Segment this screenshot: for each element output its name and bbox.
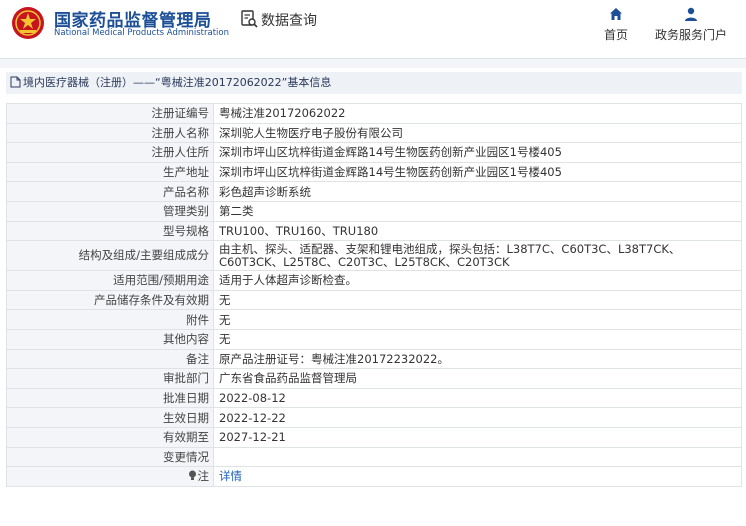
row-label: 有效期至 [6,426,214,448]
table-row: 批准日期 2022-08-12 [6,387,742,409]
data-query-link[interactable]: 数据查询 [240,10,317,30]
row-value [213,446,742,468]
lightbulb-icon [188,470,196,481]
row-value: 2027-12-21 [213,426,742,448]
row-value: 2022-12-22 [213,407,742,428]
row-label: 适用范围/预期用途 [6,270,214,291]
table-row: 审批部门 广东省食品药品监督管理局 [6,368,742,389]
table-row: 生效日期 2022-12-22 [6,407,742,428]
detail-panel: 境内医疗器械（注册）——“粤械注准20172062022”基本信息 注册证编号粤… [0,68,746,526]
row-value: 由主机、探头、适配器、支架和锂电池组成，探头包括：L38T7C、C60T3C、L… [213,240,742,272]
site-header: 国家药品监督管理局 National Medical Products Admi… [0,0,746,59]
table-row: 附件无 [6,309,742,330]
row-label: 型号规格 [6,220,214,242]
emblem-logo [12,7,44,39]
table-row: 备注 原产品注册证号：粤械注准20172232022。 [6,348,742,370]
row-label: 注册人住所 [6,142,214,163]
row-label: 结构及组成/主要组成成分 [6,240,214,272]
table-row: 适用范围/预期用途 适用于人体超声诊断检查。 [6,270,742,291]
row-value: 深圳市坪山区坑梓街道金辉路14号生物医药创新产业园区1号楼405 [213,142,742,163]
row-label: 附件 [6,309,214,330]
row-label: 注册人名称 [6,122,214,144]
table-row: 产品名称 彩色超声诊断系统 [6,181,742,202]
nav-home-label: 首页 [604,28,629,42]
row-label: 备注 [6,348,214,370]
nav-gov-portal[interactable]: 政务服务门户 [655,6,727,43]
panel-title-text: 境内医疗器械（注册）——“粤械注准20172062022”基本信息 [23,76,332,89]
user-icon [685,7,697,21]
row-label: 产品储存条件及有效期 [6,289,214,311]
row-label: 其他内容 [6,328,214,350]
search-document-icon [241,10,258,28]
table-row: 变更情况 [6,446,742,468]
home-icon [610,8,622,20]
detail-table: 注册证编号 粤械注准20172062022 注册人名称 深圳驼人生物医疗电子股份有限… [6,103,742,487]
nav-portal-label: 政务服务门户 [655,28,728,42]
table-row: 有效期至 2027-12-21 [6,426,742,448]
note-value-cell: 详情 [213,466,742,487]
table-row: 结构及组成/主要组成成分 由主机、探头、适配器、支架和锂电池组成，探头包括：L38… [6,240,742,272]
data-query-label: 数据查询 [261,13,317,29]
table-row: 其他内容无 [6,328,742,350]
row-label: 注册证编号 [6,103,214,124]
row-value: 广东省食品药品监督管理局 [213,368,742,389]
nav-home[interactable]: 首页 [604,6,628,43]
row-label: 生效日期 [6,407,214,428]
note-label: 注 [197,469,210,484]
row-value: 适用于人体超声诊断检查。 [213,270,742,291]
table-row: 管理类别 第二类 [6,200,742,222]
table-row: 注册证编号 粤械注准20172062022 [6,103,742,124]
note-label-cell: 注 [6,466,214,487]
brand-subtitle: National Medical Products Administration [54,28,229,38]
row-value: 粤械注准20172062022 [213,103,742,124]
row-value: TRU100、TRU160、TRU180 [213,220,742,242]
table-row: 注册人住所 深圳市坪山区坑梓街道金辉路14号生物医药创新产业园区1号楼405 [6,142,742,163]
table-row: 生产地址 深圳市坪山区坑梓街道金辉路14号生物医药创新产业园区1号楼405 [6,161,742,183]
row-label: 产品名称 [6,181,214,202]
table-row: 注册人名称 深圳驼人生物医疗电子股份有限公司 [6,122,742,144]
document-icon [10,76,21,88]
row-value: 无 [213,309,742,330]
row-value: 无 [213,328,742,350]
row-value: 原产品注册证号：粤械注准20172232022。 [213,348,742,370]
details-link[interactable]: 详情 [219,469,242,483]
row-value: 第二类 [213,200,742,222]
row-value: 深圳驼人生物医疗电子股份有限公司 [213,122,742,144]
row-value: 彩色超声诊断系统 [213,181,742,202]
row-label: 批准日期 [6,387,214,409]
panel-title: 境内医疗器械（注册）——“粤械注准20172062022”基本信息 [6,72,742,94]
table-row: 产品储存条件及有效期无 [6,289,742,311]
row-label: 变更情况 [6,446,214,468]
row-label: 审批部门 [6,368,214,389]
row-value: 2022-08-12 [213,387,742,409]
row-label: 生产地址 [6,161,214,183]
table-row: 注 详情 [6,466,742,487]
table-row: 型号规格 TRU100、TRU160、TRU180 [6,220,742,242]
row-label: 管理类别 [6,200,214,222]
row-value: 无 [213,289,742,311]
row-value: 深圳市坪山区坑梓街道金辉路14号生物医药创新产业园区1号楼405 [213,161,742,183]
